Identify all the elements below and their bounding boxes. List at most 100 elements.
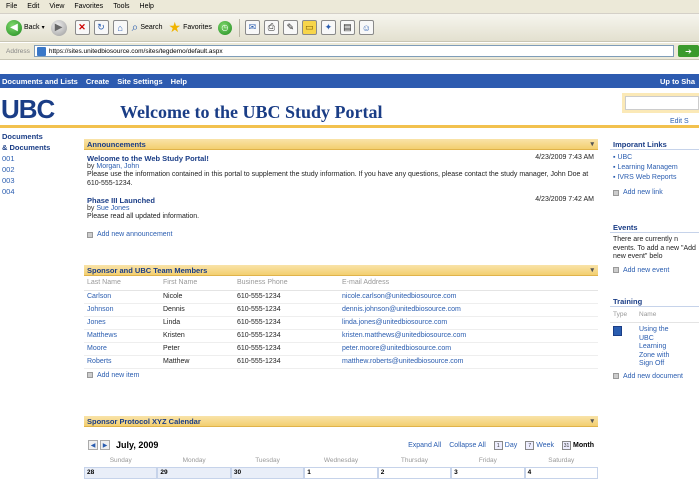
nav-site-settings[interactable]: Site Settings xyxy=(117,77,162,86)
last-name-link[interactable]: Matthews xyxy=(84,329,160,343)
menu-tools[interactable]: Tools xyxy=(113,3,129,10)
research-icon[interactable]: ▤ xyxy=(339,20,355,35)
discuss-icon[interactable]: ✦ xyxy=(320,20,336,35)
leftnav-item-002[interactable]: 002 xyxy=(0,164,80,175)
weekday-label: Wednesday xyxy=(323,457,359,464)
add-icon xyxy=(613,373,619,379)
calendar-weekday-header: Sunday Monday Tuesday Wednesday Thursday… xyxy=(84,457,598,467)
important-links-webpart: Imporant Links ▪ UBC ▪ Learning Managem … xyxy=(610,139,699,196)
last-name-link[interactable]: Jones xyxy=(84,316,160,330)
webpart-menu-icon[interactable]: ▾ xyxy=(590,416,594,427)
nav-documents-and-lists[interactable]: Documents and Lists xyxy=(2,77,78,86)
email-link[interactable]: matthew.roberts@unitedbiosource.com xyxy=(339,355,598,369)
email-link[interactable]: linda.jones@unitedbiosource.com xyxy=(339,316,598,330)
calendar-day-cell[interactable]: 3 xyxy=(451,467,525,479)
history-icon[interactable]: ◷ xyxy=(217,20,232,35)
leftnav-item-003[interactable]: 003 xyxy=(0,175,80,186)
col-name[interactable]: Name xyxy=(639,311,656,322)
refresh-icon[interactable]: ↻ xyxy=(93,20,109,35)
add-document-link[interactable]: Add new document xyxy=(610,373,699,380)
training-doc-line: Using the xyxy=(639,326,669,333)
menu-file[interactable]: File xyxy=(6,3,17,10)
col-business-phone[interactable]: Business Phone xyxy=(234,276,339,291)
menu-view[interactable]: View xyxy=(49,3,64,10)
weekday-label: Tuesday xyxy=(255,457,280,464)
last-name-link[interactable]: Moore xyxy=(84,342,160,356)
day-view-button[interactable]: 1 Day xyxy=(493,440,517,450)
add-event-link[interactable]: Add new event xyxy=(610,267,699,274)
webpart-menu-icon[interactable]: ▾ xyxy=(590,139,594,150)
calendar-day-cell[interactable]: 1 xyxy=(304,467,378,479)
add-item-link[interactable]: Add new item xyxy=(84,372,598,379)
link-learning-management[interactable]: ▪ Learning Managem xyxy=(610,163,699,173)
last-name-link[interactable]: Roberts xyxy=(84,355,160,369)
menu-favorites[interactable]: Favorites xyxy=(74,3,103,10)
announcement-title-link[interactable]: Welcome to the Web Study Portal! xyxy=(87,154,598,163)
url-input[interactable]: https://sites.unitedbiosource.com/sites/… xyxy=(33,45,674,57)
forward-button[interactable]: ▶ xyxy=(50,19,69,36)
col-email[interactable]: E-mail Address xyxy=(339,276,598,291)
calendar-day-cell[interactable]: 2 xyxy=(377,467,452,479)
next-month-icon[interactable]: ▶ xyxy=(100,440,110,450)
search-button[interactable]: ⌕ Search xyxy=(132,20,163,35)
phone-cell: 610-555-1234 xyxy=(234,329,339,343)
mail-icon[interactable]: ✉ xyxy=(244,20,260,35)
first-name-cell: Kristen xyxy=(160,329,234,343)
dropdown-icon: ▾ xyxy=(41,25,45,31)
favorites-button[interactable]: ★ Favorites xyxy=(169,19,212,36)
calendar-day-cell[interactable]: 29 xyxy=(157,467,231,479)
leftnav-shared-documents[interactable]: & Documents xyxy=(0,142,80,153)
menu-edit[interactable]: Edit xyxy=(27,3,39,10)
collapse-all-link[interactable]: Collapse All xyxy=(449,442,486,449)
weekday-label: Saturday xyxy=(548,457,575,464)
email-link[interactable]: nicole.carlson@unitedbiosource.com xyxy=(339,290,598,304)
training-doc-link[interactable]: Using the UBC Learning Zone with Sign Of… xyxy=(639,326,669,369)
home-icon[interactable]: ⌂ xyxy=(112,20,128,35)
team-title-text: Sponsor and UBC Team Members xyxy=(87,266,208,275)
col-first-name[interactable]: First Name xyxy=(160,276,234,291)
leftnav-documents-heading[interactable]: Documents xyxy=(0,131,80,142)
expand-all-link[interactable]: Expand All xyxy=(408,442,441,449)
email-link[interactable]: peter.moore@unitedbiosource.com xyxy=(339,342,598,356)
site-search-input[interactable] xyxy=(625,96,699,110)
email-link[interactable]: kristen.matthews@unitedbiosource.com xyxy=(339,329,598,343)
add-link-link[interactable]: Add new link xyxy=(610,189,699,196)
last-name-link[interactable]: Johnson xyxy=(84,303,160,317)
leftnav-item-004[interactable]: 004 xyxy=(0,186,80,197)
edit-site-link[interactable]: Edit S xyxy=(670,118,689,125)
link-ubc[interactable]: ▪ UBC xyxy=(610,153,699,163)
nav-up-to-site[interactable]: Up to Sha xyxy=(660,77,699,86)
print-icon[interactable]: ⎙ xyxy=(263,20,279,35)
edit-icon[interactable]: ✎ xyxy=(282,20,298,35)
previous-month-icon[interactable]: ◀ xyxy=(88,440,98,450)
col-last-name[interactable]: Last Name xyxy=(84,276,160,291)
menu-help[interactable]: Help xyxy=(140,3,154,10)
folder-icon[interactable]: ▭ xyxy=(301,20,317,35)
add-announcement-link[interactable]: Add new announcement xyxy=(84,231,598,238)
calendar-day-cell[interactable]: 4 xyxy=(524,467,598,479)
announcement-title-link[interactable]: Phase III Launched xyxy=(87,196,598,205)
messenger-icon[interactable]: ☺ xyxy=(358,20,374,35)
calendar-day-cell[interactable]: 30 xyxy=(230,467,305,479)
email-link[interactable]: dennis.johnson@unitedbiosource.com xyxy=(339,303,598,317)
browser-toolbar: ◀ Back ▾ ▶ ✕ ↻ ⌂ ⌕ Search ★ Favorites ◷ … xyxy=(0,14,699,42)
webpart-menu-icon[interactable]: ▾ xyxy=(590,265,594,276)
nav-help[interactable]: Help xyxy=(171,77,187,86)
back-button[interactable]: ◀ Back ▾ xyxy=(6,19,45,36)
add-item-label: Add new item xyxy=(97,371,140,379)
col-type[interactable]: Type xyxy=(613,311,639,322)
month-view-button[interactable]: 31 Month xyxy=(562,440,594,450)
stop-icon[interactable]: ✕ xyxy=(74,20,90,35)
link-ivrs-web-reports[interactable]: ▪ IVRS Web Reports xyxy=(610,173,699,183)
author-link[interactable]: Sue Jones xyxy=(96,205,129,212)
go-button[interactable]: ➔ xyxy=(677,45,699,57)
leftnav-item-001[interactable]: 001 xyxy=(0,153,80,164)
nav-create[interactable]: Create xyxy=(86,77,109,86)
calendar-controls: Expand All Collapse All 1 Day 7 Week 31 Mon… xyxy=(400,440,598,450)
phone-cell: 610-555-1234 xyxy=(234,342,339,356)
last-name-link[interactable]: Carlson xyxy=(84,290,160,304)
week-view-button[interactable]: 7 Week xyxy=(525,440,554,450)
author-link[interactable]: Morgan, John xyxy=(96,163,139,170)
training-header-row: Type Name xyxy=(610,311,699,323)
calendar-day-cell[interactable]: 28 xyxy=(84,467,158,479)
